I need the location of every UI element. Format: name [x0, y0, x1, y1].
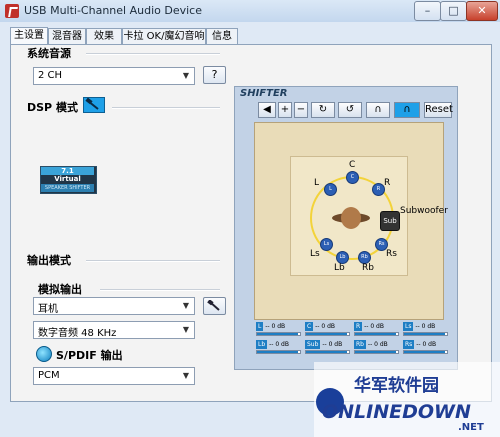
watermark-cn-text: 华军软件园	[354, 375, 439, 396]
badge-channel-label: 7.1	[41, 167, 94, 175]
shifter-title: SHIFTER	[240, 88, 288, 99]
speaker-left-back-label: Lb	[334, 263, 345, 273]
speaker-mute-button[interactable]: ◀	[258, 102, 276, 118]
output-device-value: 耳机	[38, 304, 58, 315]
digital-format-value: 数字音频 48 KHz	[38, 328, 117, 339]
rotate-clockwise-button[interactable]: ↻	[311, 102, 335, 118]
meter-db: -- 0 dB	[364, 323, 384, 330]
watermark-suffix-text: .NET	[458, 422, 484, 433]
system-source-label: 系统音源	[27, 47, 71, 60]
meter-db: -- 0 dB	[415, 323, 436, 330]
meter-db: -- 0 dB	[367, 341, 388, 348]
meter-fill	[355, 333, 396, 335]
meter-db: -- 0 dB	[322, 341, 343, 348]
meter-fill	[404, 351, 445, 353]
speaker-subwoofer[interactable]: Sub	[380, 211, 400, 231]
speaker-mode-button[interactable]: ∩	[394, 102, 420, 118]
meter-db: -- 0 dB	[269, 341, 289, 348]
meter-db: -- 0 dB	[315, 323, 336, 330]
spdif-format-value: PCM	[38, 370, 60, 381]
speaker-center[interactable]: C	[346, 171, 359, 184]
output-device-select[interactable]: 耳机 ▼	[33, 297, 195, 315]
dsp-mode-label: DSP 模式	[27, 101, 78, 114]
speaker-left[interactable]: L	[324, 183, 337, 196]
zoom-out-button[interactable]: −	[294, 102, 308, 118]
spdif-output-label: S/PDIF 输出	[56, 349, 123, 362]
meter-fill	[257, 351, 298, 353]
tab-mixer[interactable]: 混音器	[48, 28, 86, 44]
reset-button[interactable]: Reset	[424, 102, 453, 118]
badge-virtual-label: Virtual	[54, 175, 81, 183]
meter-channel: Rs	[403, 340, 415, 349]
meter-channel: L	[256, 322, 264, 331]
meter-channel: R	[354, 322, 363, 331]
speaker-left-surround[interactable]: Ls	[320, 238, 333, 251]
rotate-counterclockwise-button[interactable]: ↺	[338, 102, 362, 118]
tab-effects[interactable]: 效果	[86, 28, 122, 44]
meter-db: -- 0 dB	[416, 341, 437, 348]
meter-fill	[306, 351, 347, 353]
chevron-down-icon: ▼	[182, 325, 190, 334]
help-button[interactable]: ?	[203, 66, 226, 84]
tab-main-settings[interactable]: 主设置	[10, 27, 48, 44]
divider	[86, 53, 220, 55]
meter-channel: Sub	[305, 340, 321, 349]
subwoofer-label: Subwoofer	[400, 206, 448, 216]
minimize-button[interactable]: –	[414, 1, 441, 21]
meter-fill	[355, 351, 396, 353]
speaker-left-surround-label: Ls	[310, 249, 320, 259]
dsp-mode-button[interactable]	[83, 97, 105, 113]
meter-fill	[404, 333, 445, 335]
onlinedown-watermark-logo: 华军软件园 ONLINEDOWN .NET	[314, 362, 500, 437]
badge-shifter-label: SPEAKER SHIFTER	[41, 184, 94, 192]
speaker-left-label: L	[314, 178, 320, 188]
meter-fill	[257, 333, 298, 335]
tab-info[interactable]: 信息	[206, 28, 238, 44]
divider	[100, 289, 220, 291]
audio-window: USB Multi-Channel Audio Device – □ ✕ 主设置…	[0, 0, 500, 437]
divider	[112, 107, 220, 109]
chevron-down-icon: ▼	[182, 301, 190, 310]
window-title: USB Multi-Channel Audio Device	[24, 4, 202, 17]
speaker-right-back-label: Rb	[362, 263, 374, 273]
watermark-en-text: ONLINEDOWN	[322, 401, 471, 423]
close-button[interactable]: ✕	[466, 1, 498, 21]
speaker-right-label: R	[384, 178, 391, 188]
chevron-down-icon: ▼	[182, 71, 190, 80]
hammer-icon	[85, 97, 99, 110]
maximize-button[interactable]: □	[440, 1, 467, 21]
zoom-in-button[interactable]: +	[278, 102, 292, 118]
channel-select[interactable]: 2 CH ▼	[33, 67, 195, 85]
meter-channel: C	[305, 322, 314, 331]
hammer-icon	[206, 299, 220, 311]
virtual-speaker-badge: 7.1 Virtual SPEAKER SHIFTER	[40, 166, 97, 194]
title-bar: USB Multi-Channel Audio Device – □ ✕	[0, 0, 500, 22]
speaker-right-surround-label: Rs	[386, 249, 397, 259]
headphone-mode-button[interactable]: ∩	[366, 102, 390, 118]
output-config-button[interactable]	[203, 297, 226, 315]
digital-format-select[interactable]: 数字音频 48 KHz ▼	[33, 321, 195, 339]
meter-channel: Ls	[403, 322, 414, 331]
meter-fill	[306, 333, 347, 335]
chevron-down-icon: ▼	[182, 371, 190, 380]
spdif-toggle[interactable]	[36, 346, 52, 362]
app-icon	[5, 4, 19, 18]
speaker-center-label: C	[349, 160, 356, 170]
listener-head-icon	[332, 207, 370, 229]
tab-karaoke[interactable]: 卡拉 OK/魔幻音响	[122, 28, 206, 44]
meter-db: -- 0 dB	[265, 323, 286, 330]
channel-select-value: 2 CH	[38, 70, 63, 81]
divider	[86, 260, 220, 262]
meter-channel: Lb	[256, 340, 268, 349]
analog-output-label: 模拟输出	[38, 283, 82, 296]
output-mode-label: 输出模式	[27, 254, 71, 267]
spdif-format-select[interactable]: PCM ▼	[33, 367, 195, 385]
meter-channel: Rb	[354, 340, 366, 349]
